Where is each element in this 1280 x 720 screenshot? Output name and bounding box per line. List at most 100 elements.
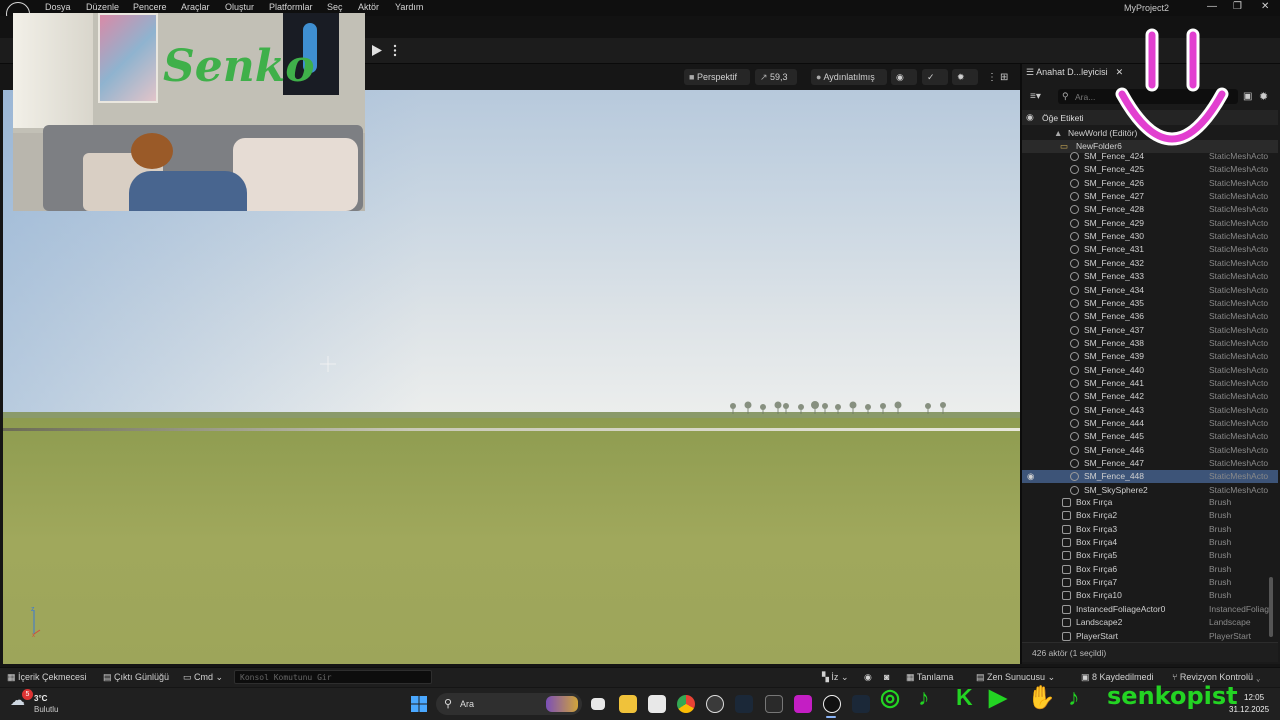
content-drawer-button[interactable]: ▦ İçerik Çekmecesi (7, 672, 87, 683)
outliner-scrollbar[interactable] (1269, 577, 1273, 637)
outliner-row[interactable]: SM_Fence_431 StaticMeshActo (1022, 243, 1278, 256)
play-options-button[interactable] (392, 43, 398, 58)
menu-sec[interactable]: Seç (327, 2, 343, 12)
outliner-row[interactable]: Box Fırça3 Brush (1022, 523, 1278, 536)
outliner-tab[interactable]: ☰ Anahat D...leyicisi ✕ (1026, 67, 1123, 83)
outliner-row[interactable]: SM_Fence_443 StaticMeshActo (1022, 404, 1278, 417)
restore-button[interactable]: ❐ (1233, 1, 1242, 12)
outliner-row[interactable]: SM_SkySphere2 StaticMeshActo (1022, 484, 1278, 497)
twitch-icon[interactable] (794, 695, 812, 713)
outliner-row[interactable]: Landscape2 Landscape (1022, 616, 1278, 629)
trace-button[interactable]: ▚ İz ⌄ (822, 672, 848, 683)
cmd-dropdown[interactable]: ▭ Cmd ⌄ (183, 672, 223, 683)
unreal-engine-icon[interactable] (823, 695, 841, 713)
menu-platformlar[interactable]: Platformlar (269, 2, 313, 12)
outliner-row-label: Box Fırça3 (1076, 523, 1118, 534)
outliner-row[interactable]: Box Fırça10 Brush (1022, 589, 1278, 602)
steam-icon[interactable] (735, 695, 753, 713)
menu-araclar[interactable]: Araçlar (181, 2, 210, 12)
outliner-row[interactable]: PlayerStart PlayerStart (1022, 630, 1278, 643)
outliner-row[interactable]: ◉ SM_Fence_448 StaticMeshActo (1022, 470, 1278, 484)
outliner-row[interactable]: SM_Fence_426 StaticMeshActo (1022, 177, 1278, 190)
close-button[interactable]: ✕ (1261, 1, 1269, 12)
zen-server-button[interactable]: ▤ Zen Sunucusu ⌄ (976, 672, 1055, 683)
menu-olustur[interactable]: Oluştur (225, 2, 254, 12)
outliner-row[interactable]: SM_Fence_446 StaticMeshActo (1022, 444, 1278, 457)
outliner-row[interactable]: Box Fırça5 Brush (1022, 549, 1278, 562)
outliner-row[interactable]: SM_Fence_447 StaticMeshActo (1022, 457, 1278, 470)
outliner-row[interactable]: Box Fırça2 Brush (1022, 509, 1278, 522)
output-log-label: Çıktı Günlüğü (114, 672, 170, 682)
outliner-row[interactable]: SM_Fence_444 StaticMeshActo (1022, 417, 1278, 430)
static-mesh-icon (1070, 392, 1079, 402)
menu-pencere[interactable]: Pencere (133, 2, 167, 12)
outliner-row[interactable]: Box Fırça6 Brush (1022, 563, 1278, 576)
play-button[interactable] (369, 43, 385, 58)
outliner-row[interactable]: SM_Fence_439 StaticMeshActo (1022, 350, 1278, 363)
outliner-row[interactable]: SM_Fence_425 StaticMeshActo (1022, 163, 1278, 176)
perspective-button[interactable]: ■ Perspektif (684, 69, 750, 85)
outliner-row[interactable]: SM_Fence_429 StaticMeshActo (1022, 217, 1278, 230)
outliner-row[interactable]: SM_Fence_427 StaticMeshActo (1022, 190, 1278, 203)
steam-icon-2[interactable] (852, 695, 870, 713)
outliner-row-type: Landscape (1209, 617, 1251, 628)
outliner-row[interactable]: SM_Fence_445 StaticMeshActo (1022, 430, 1278, 443)
outliner-row[interactable]: SM_Fence_428 StaticMeshActo (1022, 203, 1278, 216)
viewport-more-icon[interactable]: ⋮ (987, 72, 997, 83)
item-label-column[interactable]: Öğe Etiketi (1042, 113, 1084, 123)
eye-icon: ◉ (896, 72, 904, 82)
lighting-button[interactable]: ● Aydınlatılmış (811, 69, 887, 85)
fov-button[interactable]: ↗ 59,3 (755, 69, 797, 85)
outliner-row-type: StaticMeshActo (1209, 217, 1269, 228)
outliner-row-type: StaticMeshActo (1209, 351, 1269, 362)
outliner-row[interactable]: SM_Fence_442 StaticMeshActo (1022, 390, 1278, 403)
outliner-row[interactable]: SM_Fence_436 StaticMeshActo (1022, 310, 1278, 323)
taskbar-search[interactable]: ⚲ Ara (436, 693, 582, 715)
visibility-eye-icon[interactable]: ◉ (1027, 471, 1034, 482)
epic-games-icon[interactable] (765, 695, 783, 713)
derive-button[interactable]: ▦ Tanılama (906, 672, 953, 683)
new-folder-icon[interactable]: ▣ (1243, 91, 1252, 102)
outliner-row[interactable]: Box Fırça7 Brush (1022, 576, 1278, 589)
outliner-row[interactable]: SM_Fence_437 StaticMeshActo (1022, 324, 1278, 337)
menu-dosya[interactable]: Dosya (45, 2, 71, 12)
layout-grid-icon[interactable]: ⊞ (1000, 72, 1008, 83)
outliner-row[interactable]: SM_Fence_441 StaticMeshActo (1022, 377, 1278, 390)
task-view-icon[interactable] (591, 698, 605, 710)
outliner-row[interactable]: SM_Fence_433 StaticMeshActo (1022, 270, 1278, 283)
outliner-row[interactable]: Box Fırça4 Brush (1022, 536, 1278, 549)
minimize-button[interactable]: — (1207, 1, 1217, 12)
record-button[interactable]: ◉ (864, 672, 872, 683)
outliner-row-label: SM_Fence_433 (1084, 271, 1145, 282)
menu-duzenle[interactable]: Düzenle (86, 2, 119, 12)
output-log-button[interactable]: ▤ Çıktı Günlüğü (103, 672, 169, 683)
revision-control-button[interactable]: ⑂ Revizyon Kontrolü ⌄ (1172, 672, 1261, 682)
snap-button[interactable]: ✓ (922, 69, 948, 85)
file-explorer-icon[interactable] (619, 695, 637, 713)
console-input[interactable]: Konsol Komutunu Gir (234, 670, 432, 684)
outliner-row[interactable]: Box Fırça Brush (1022, 496, 1278, 509)
outliner-row[interactable]: SM_Fence_435 StaticMeshActo (1022, 297, 1278, 310)
menu-yardim[interactable]: Yardım (395, 2, 423, 12)
clock-date[interactable]: 31.12.2025 (1229, 705, 1269, 714)
settings-button[interactable]: ✹ (952, 69, 978, 85)
app-icon[interactable] (706, 695, 724, 713)
outliner-settings-icon[interactable]: ✹ (1259, 90, 1268, 103)
show-button[interactable]: ◉ (891, 69, 917, 85)
clock-time[interactable]: 12:05 (1244, 693, 1264, 702)
outliner-row[interactable]: InstancedFoliageActor0 InstancedFoliag (1022, 603, 1278, 616)
outliner-row[interactable]: SM_Fence_432 StaticMeshActo (1022, 257, 1278, 270)
menu-aktor[interactable]: Aktör (358, 2, 379, 12)
start-button[interactable] (411, 696, 427, 714)
chrome-icon[interactable] (677, 695, 695, 713)
camera-button[interactable]: ◙ (884, 672, 889, 682)
outliner-row[interactable]: SM_Fence_438 StaticMeshActo (1022, 337, 1278, 350)
outliner-row[interactable]: SM_Fence_434 StaticMeshActo (1022, 284, 1278, 297)
outliner-row[interactable]: SM_Fence_430 StaticMeshActo (1022, 230, 1278, 243)
server-icon: ▤ (976, 672, 988, 682)
filter-icon[interactable]: ≡▾ (1030, 91, 1041, 102)
store-icon[interactable] (648, 695, 666, 713)
outliner-row-type: StaticMeshActo (1209, 311, 1269, 322)
outliner-row[interactable]: SM_Fence_440 StaticMeshActo (1022, 364, 1278, 377)
weather-widget[interactable]: ☁ 5 (10, 689, 33, 709)
